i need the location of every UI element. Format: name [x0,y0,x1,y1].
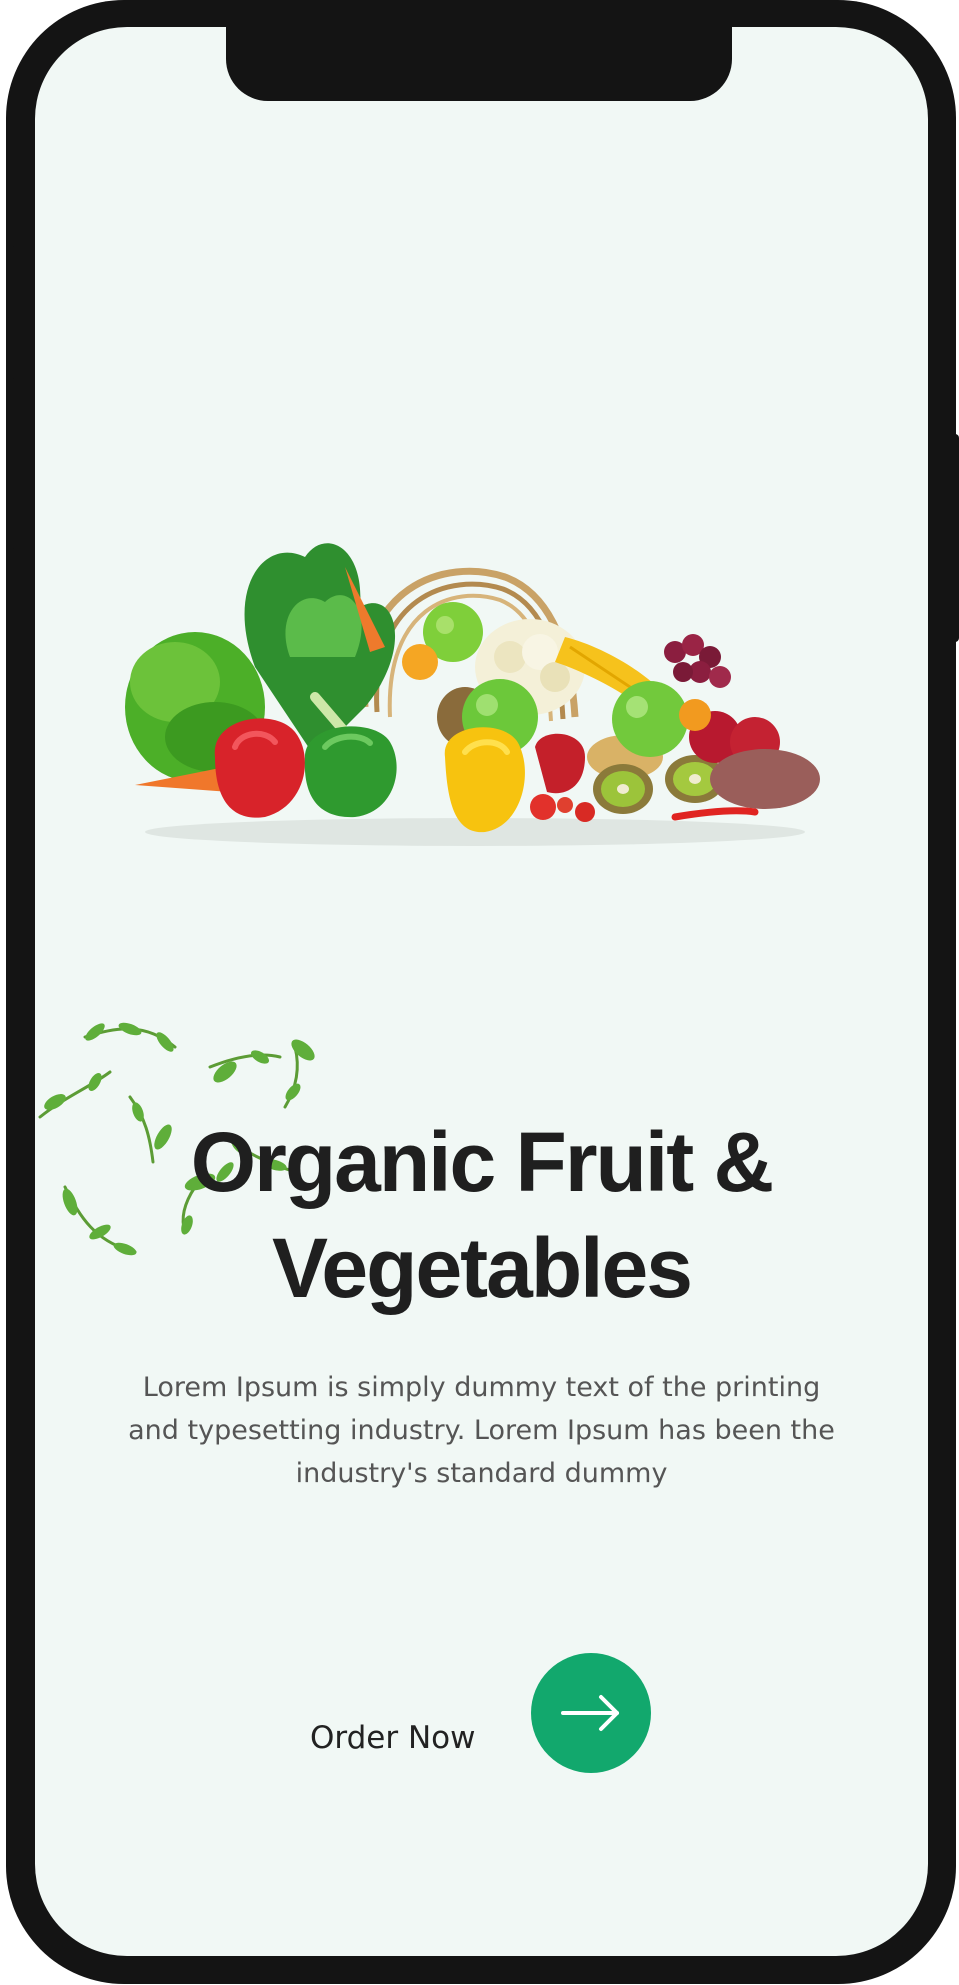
app-screen: Organic Fruit & Vegetables Lorem Ipsum i… [35,27,928,1956]
vegetable-basket-illustration [125,543,820,846]
silent-switch [6,246,16,318]
device-notch [226,27,732,101]
power-button [950,434,959,642]
volume-up-button [6,378,16,504]
hero-image [115,467,835,867]
title-line-2: Vegetables [272,1221,693,1315]
arrow-right-icon [561,1695,619,1731]
description-text: Lorem Ipsum is simply dummy text of the … [128,1372,835,1489]
order-now-label[interactable]: Order Now [310,1717,475,1759]
volume-down-button [6,548,16,674]
title-line-1: Organic Fruit & [190,1115,774,1209]
page-title: Organic Fruit & Vegetables [35,1109,928,1321]
order-now-button[interactable] [531,1653,651,1773]
